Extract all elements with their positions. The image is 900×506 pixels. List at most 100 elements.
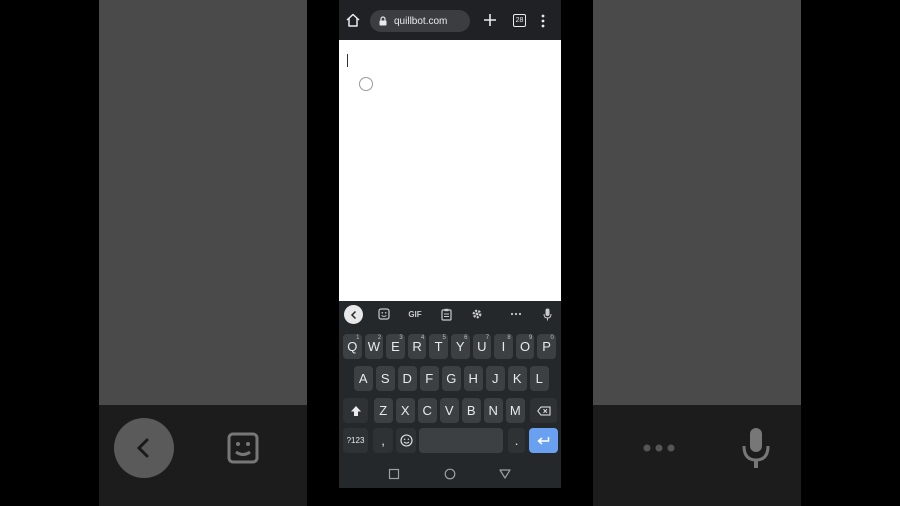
key-k[interactable]: K — [508, 366, 527, 391]
loading-indicator-icon — [359, 77, 373, 91]
home-nav-icon[interactable] — [443, 467, 457, 481]
key-label: N — [488, 403, 498, 418]
key-label: O — [519, 339, 531, 354]
key-label: R — [412, 339, 422, 354]
key-e[interactable]: E3 — [386, 334, 405, 359]
key-label: Z — [379, 403, 388, 418]
key-label: A — [358, 371, 368, 386]
home-icon[interactable] — [345, 12, 361, 28]
gif-label: GIF — [408, 309, 422, 319]
key-i[interactable]: I8 — [494, 334, 513, 359]
key-b[interactable]: B — [462, 398, 481, 423]
key-label: L — [535, 371, 543, 386]
key-label: U — [477, 339, 487, 354]
key-number-hint: 4 — [420, 335, 425, 341]
key-number-hint: 9 — [528, 335, 533, 341]
comma-key[interactable]: , — [373, 428, 393, 453]
key-j[interactable]: J — [486, 366, 505, 391]
key-label: P — [542, 339, 551, 354]
key-label: S — [380, 371, 390, 386]
key-number-hint: 5 — [442, 335, 446, 341]
new-tab-icon[interactable] — [483, 13, 497, 27]
key-number-hint: 3 — [399, 335, 403, 341]
key-label: C — [422, 403, 432, 418]
tab-switcher-button[interactable]: 28 — [513, 14, 526, 27]
key-label: X — [400, 403, 410, 418]
key-number-hint: 7 — [485, 335, 490, 341]
key-g[interactable]: G — [442, 366, 461, 391]
key-t[interactable]: T5 — [429, 334, 448, 359]
lock-icon — [379, 16, 387, 26]
key-v[interactable]: V — [440, 398, 459, 423]
key-d[interactable]: D — [398, 366, 417, 391]
enter-key[interactable] — [529, 428, 558, 453]
key-r[interactable]: R4 — [407, 334, 427, 359]
key-x[interactable]: X — [396, 398, 415, 423]
background-mic-icon — [742, 428, 770, 468]
key-label: H — [468, 371, 478, 386]
key-n[interactable]: N — [484, 398, 503, 423]
key-w[interactable]: W2 — [364, 334, 384, 359]
address-bar[interactable]: quillbot.com — [370, 10, 470, 32]
shift-key[interactable] — [343, 398, 368, 423]
spacebar[interactable] — [419, 428, 503, 453]
key-z[interactable]: Z — [374, 398, 393, 423]
key-number-hint: 6 — [464, 335, 468, 341]
key-label: E — [391, 339, 400, 354]
key-q[interactable]: Q1 — [343, 334, 362, 359]
key-label: D — [402, 371, 412, 386]
key-f[interactable]: F — [420, 366, 439, 391]
key-label: G — [446, 371, 457, 386]
url-text: quillbot.com — [394, 15, 448, 27]
key-number-hint: 0 — [550, 335, 554, 341]
key-l[interactable]: L — [530, 366, 549, 391]
key-y[interactable]: Y6 — [451, 334, 470, 359]
key-label: J — [492, 371, 499, 386]
key-label: Y — [455, 339, 465, 354]
background-sticker-icon — [227, 432, 259, 464]
key-number-hint: 2 — [377, 335, 382, 341]
soft-keyboard: GIF ?123 , . Q 1 W 2 E 3 R 4 T 5 Y 6 U 7… — [339, 301, 561, 460]
key-label: B — [466, 403, 476, 418]
gif-button[interactable]: GIF — [405, 306, 425, 322]
more-options-icon[interactable] — [508, 306, 524, 322]
key-label: W — [367, 339, 380, 354]
period-key[interactable]: . — [508, 428, 525, 453]
sticker-icon[interactable] — [376, 306, 392, 322]
key-label: T — [434, 339, 443, 354]
phone-screen: quillbot.com 28 GIF ?123 , . Q 1 W 2 E 3… — [339, 0, 561, 488]
keyboard-toolbar: GIF — [339, 301, 561, 328]
symbols-key[interactable]: ?123 — [343, 428, 368, 453]
key-number-hint: 8 — [507, 335, 511, 341]
key-a[interactable]: A — [354, 366, 373, 391]
key-number-hint: 1 — [356, 335, 360, 341]
key-s[interactable]: S — [376, 366, 395, 391]
key-m[interactable]: M — [506, 398, 525, 423]
key-label: V — [444, 403, 454, 418]
key-label: I — [501, 339, 506, 354]
background-more-icon — [643, 444, 675, 452]
menu-icon[interactable] — [539, 13, 547, 29]
key-u[interactable]: U7 — [472, 334, 492, 359]
key-label: F — [425, 371, 434, 386]
key-label: M — [509, 403, 521, 418]
back-nav-icon[interactable] — [498, 467, 512, 481]
key-label: Q — [347, 339, 358, 354]
settings-gear-icon[interactable] — [469, 306, 485, 322]
voice-input-icon[interactable] — [539, 306, 555, 322]
system-navigation-bar — [339, 460, 561, 488]
clipboard-icon[interactable] — [438, 306, 454, 322]
page-content[interactable] — [339, 40, 561, 301]
key-p[interactable]: P0 — [537, 334, 556, 359]
background-back-icon — [114, 418, 174, 478]
key-label: K — [512, 371, 522, 386]
text-caret — [347, 54, 348, 67]
key-h[interactable]: H — [464, 366, 483, 391]
emoji-key[interactable] — [396, 428, 416, 453]
recents-icon[interactable] — [387, 467, 401, 481]
keyboard-collapse-button[interactable] — [344, 305, 363, 324]
key-o[interactable]: O9 — [515, 334, 535, 359]
key-c[interactable]: C — [418, 398, 437, 423]
browser-toolbar: quillbot.com 28 — [339, 0, 561, 40]
backspace-key[interactable] — [530, 398, 557, 423]
